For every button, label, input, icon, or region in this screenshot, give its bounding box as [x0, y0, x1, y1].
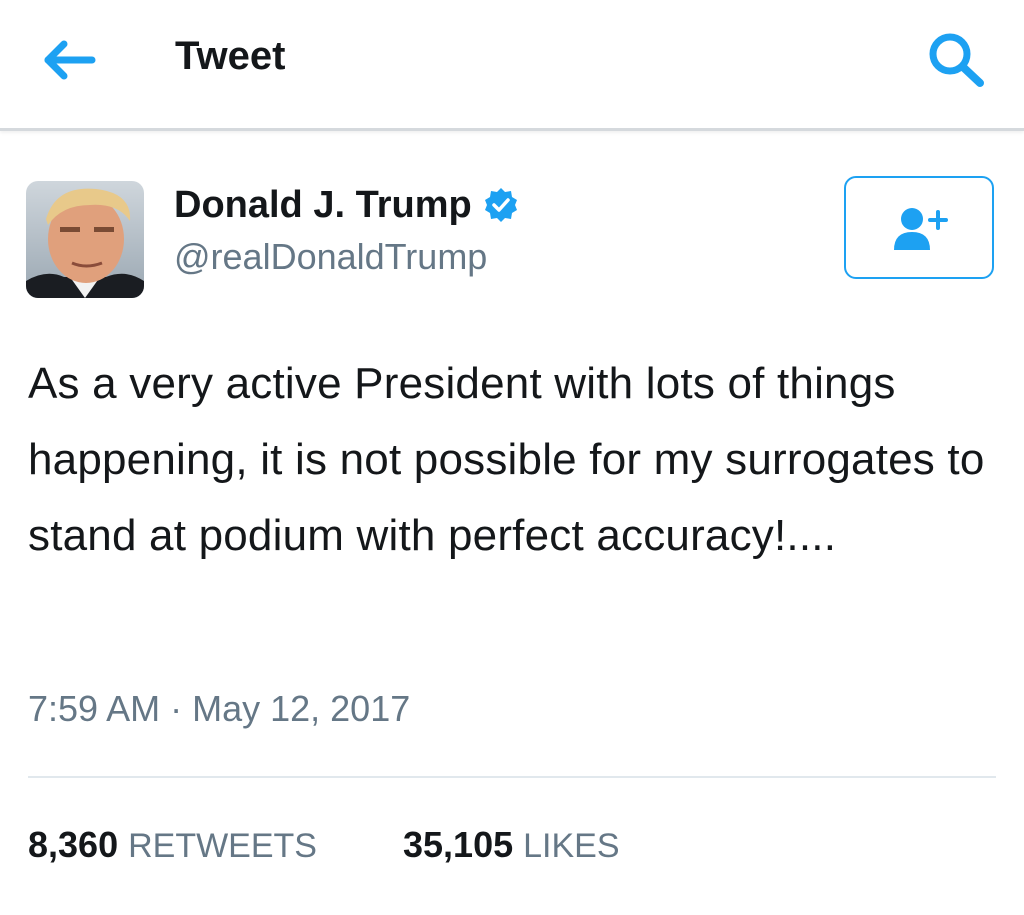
- likes-label: LIKES: [523, 827, 620, 865]
- tweet-stats: 8,360 RETWEETS 35,105 LIKES: [28, 824, 620, 866]
- author-handle[interactable]: @realDonaldTrump: [174, 236, 487, 278]
- likes-count: 35,105: [403, 824, 514, 865]
- top-navigation-bar: Tweet: [0, 0, 1024, 131]
- verified-badge-icon: [484, 188, 517, 222]
- back-button[interactable]: [34, 34, 98, 86]
- author-name-row[interactable]: Donald J. Trump: [174, 180, 520, 230]
- page-title: Tweet: [175, 34, 286, 78]
- search-button[interactable]: [922, 28, 992, 88]
- profile-photo: [26, 181, 144, 298]
- tweet-timestamp[interactable]: 7:59 AM · May 12, 2017: [28, 688, 410, 730]
- follow-button[interactable]: [844, 176, 994, 279]
- search-icon: [929, 33, 984, 87]
- back-arrow-icon: [44, 40, 96, 80]
- retweets-label: RETWEETS: [128, 827, 317, 865]
- avatar[interactable]: [26, 181, 144, 298]
- likes-stat[interactable]: 35,105 LIKES: [403, 824, 620, 866]
- tweet-time: 7:59 AM: [28, 688, 161, 729]
- divider: [28, 776, 996, 778]
- retweets-count: 8,360: [28, 824, 119, 865]
- tweet-text: As a very active President with lots of …: [28, 359, 985, 560]
- follow-user-plus-icon: [894, 208, 948, 250]
- retweets-stat[interactable]: 8,360 RETWEETS: [28, 824, 317, 866]
- author-display-name[interactable]: Donald J. Trump: [174, 184, 472, 227]
- tweet-date: May 12, 2017: [192, 688, 411, 729]
- timestamp-separator: ·: [170, 688, 183, 729]
